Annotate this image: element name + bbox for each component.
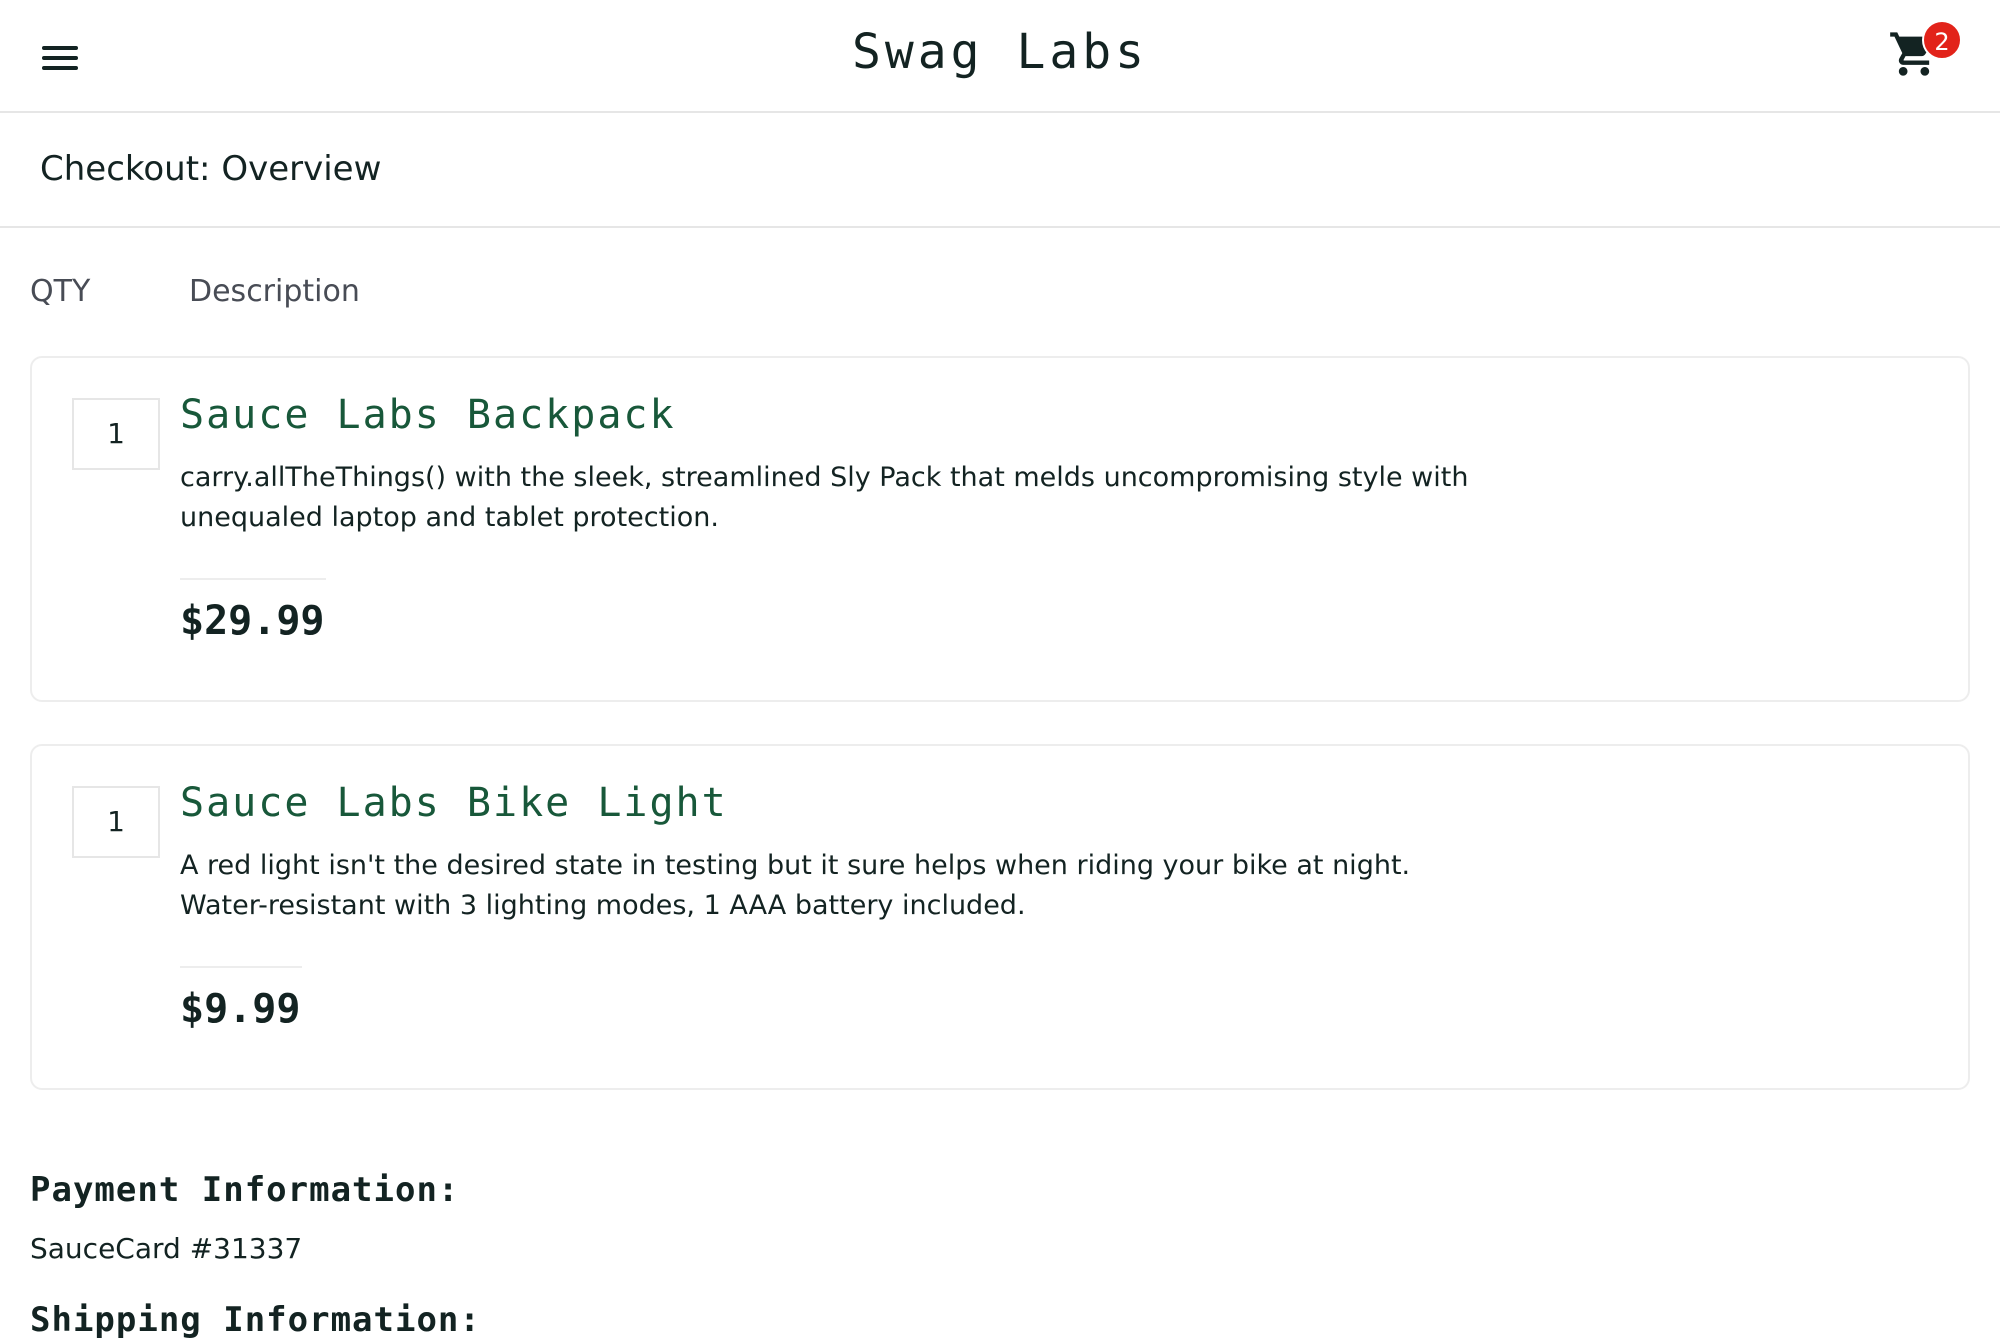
item-description: carry.allTheThings() with the sleek, str… bbox=[180, 462, 1469, 533]
page-title: Checkout: Overview bbox=[40, 149, 382, 189]
item-quantity: 1 bbox=[72, 786, 160, 858]
item-price: $9.99 bbox=[180, 986, 301, 1032]
app-logo: Swag Labs bbox=[851, 24, 1149, 80]
item-price: $29.99 bbox=[180, 598, 325, 644]
cart-item: 1 Sauce Labs Backpack carry.allTheThings… bbox=[30, 356, 1970, 702]
shopping-cart-link[interactable]: 2 bbox=[1878, 18, 1968, 88]
item-description: A red light isn't the desired state in t… bbox=[180, 850, 1411, 921]
item-quantity: 1 bbox=[72, 398, 160, 470]
payment-info-label: Payment Information: bbox=[30, 1170, 460, 1210]
payment-info-value: SauceCard #31337 bbox=[30, 1232, 303, 1265]
secondary-header: Checkout: Overview bbox=[0, 113, 2000, 228]
primary-header: Swag Labs 2 bbox=[0, 0, 2000, 113]
cart-item: 1 Sauce Labs Bike Light A red light isn'… bbox=[30, 744, 1970, 1090]
description-column-label: Description bbox=[189, 274, 360, 309]
cart-list-header: QTY Description bbox=[0, 270, 2000, 320]
price-divider bbox=[180, 578, 326, 580]
item-name-link[interactable]: Sauce Labs Backpack bbox=[180, 392, 676, 438]
qty-column-label: QTY bbox=[30, 274, 91, 309]
shipping-info-label: Shipping Information: bbox=[30, 1300, 481, 1340]
item-name-link[interactable]: Sauce Labs Bike Light bbox=[180, 780, 728, 826]
cart-badge: 2 bbox=[1922, 20, 1962, 60]
price-divider bbox=[180, 966, 302, 968]
